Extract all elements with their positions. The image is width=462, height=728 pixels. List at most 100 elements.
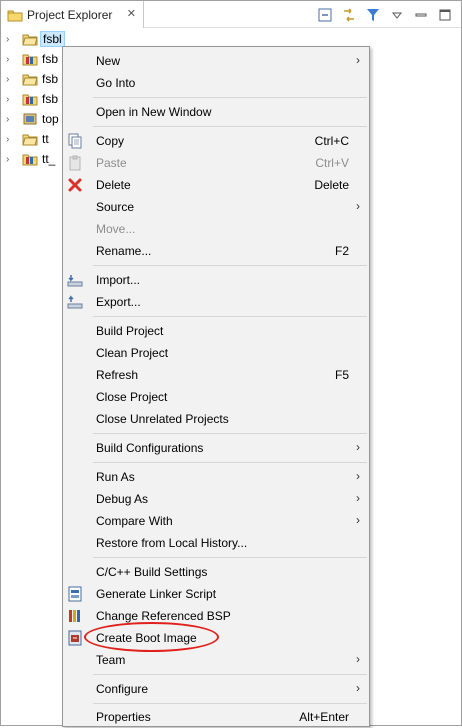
collapse-all-button[interactable]: [315, 6, 335, 24]
filter-button[interactable]: [363, 6, 383, 24]
menu-item-cpp-build-settings[interactable]: C/C++ Build Settings: [63, 561, 369, 583]
menu-item-close-unrelated-projects[interactable]: Close Unrelated Projects: [63, 408, 369, 430]
chevron-right-icon[interactable]: ›: [6, 34, 20, 45]
maximize-button[interactable]: [435, 6, 455, 24]
menu-item-configure[interactable]: Configure ›: [63, 678, 369, 700]
minimize-button[interactable]: [411, 6, 431, 24]
menu-separator: [93, 126, 367, 127]
menu-item-new[interactable]: New ›: [63, 50, 369, 72]
bsp-project-icon: [22, 151, 38, 167]
menu-item-shortcut: F5: [334, 368, 349, 382]
menu-item-properties[interactable]: Properties Alt+Enter: [63, 706, 369, 728]
menu-item-label: Go Into: [96, 76, 136, 90]
menu-item-export[interactable]: Export...: [63, 291, 369, 313]
chevron-right-icon[interactable]: ›: [6, 114, 20, 125]
menu-item-build-configurations[interactable]: Build Configurations ›: [63, 437, 369, 459]
menu-separator: [93, 97, 367, 98]
bsp-project-icon: [22, 51, 38, 67]
menu-item-shortcut: Delete: [314, 178, 349, 192]
chevron-right-icon[interactable]: ›: [6, 154, 20, 165]
submenu-arrow-icon: ›: [356, 469, 360, 483]
menu-separator: [93, 703, 367, 704]
menu-item-shortcut: Ctrl+V: [315, 156, 349, 170]
view-menu-button[interactable]: [387, 6, 407, 24]
menu-item-label: Team: [96, 653, 126, 667]
menu-item-label: Import...: [96, 273, 141, 287]
annotation-ellipse: [84, 622, 219, 652]
menu-item-copy[interactable]: Copy Ctrl+C: [63, 130, 369, 152]
menu-item-clean-project[interactable]: Clean Project: [63, 342, 369, 364]
close-icon[interactable]: ✕: [127, 8, 136, 20]
submenu-arrow-icon: ›: [356, 513, 360, 527]
project-folder-icon: [22, 131, 38, 147]
chevron-right-icon[interactable]: ›: [6, 134, 20, 145]
menu-item-label: Restore from Local History...: [96, 536, 248, 550]
menu-item-delete[interactable]: Delete Delete: [63, 174, 369, 196]
view-toolbar: [315, 5, 455, 25]
project-explorer-tab[interactable]: Project Explorer ✕: [1, 1, 144, 28]
tree-item-label: fsbl: [40, 31, 65, 47]
bsp-icon: [67, 608, 83, 624]
tree-item-label: fsb: [42, 52, 59, 66]
project-explorer-view: Project Explorer ✕ › fsbl › fsb › fsb › …: [0, 0, 462, 728]
boot-image-icon: [67, 630, 83, 646]
menu-item-rename[interactable]: Rename... F2: [63, 240, 369, 262]
menu-separator: [93, 674, 367, 675]
project-explorer-icon: [7, 8, 23, 22]
tree-item-label: top: [42, 112, 59, 126]
menu-item-team[interactable]: Team ›: [63, 649, 369, 671]
menu-item-compare-with[interactable]: Compare With ›: [63, 510, 369, 532]
submenu-arrow-icon: ›: [356, 681, 360, 695]
chevron-right-icon[interactable]: ›: [6, 54, 20, 65]
paste-icon: [67, 155, 83, 171]
chevron-right-icon[interactable]: ›: [6, 74, 20, 85]
menu-item-restore-from-local-history[interactable]: Restore from Local History...: [63, 532, 369, 554]
link-with-editor-icon: [344, 8, 354, 22]
menu-item-go-into[interactable]: Go Into: [63, 72, 369, 94]
menu-item-source[interactable]: Source ›: [63, 196, 369, 218]
tree-item-label: tt_: [42, 152, 56, 166]
menu-item-label: Rename...: [96, 244, 152, 258]
menu-item-label: Run As: [96, 470, 135, 484]
export-icon: [67, 294, 83, 310]
project-folder-icon: [22, 31, 38, 47]
menu-item-label: Refresh: [96, 368, 139, 382]
menu-separator: [93, 265, 367, 266]
menu-separator: [93, 316, 367, 317]
linker-script-icon: [67, 586, 83, 602]
menu-item-shortcut: Alt+Enter: [299, 710, 349, 724]
chevron-right-icon[interactable]: ›: [6, 94, 20, 105]
menu-item-close-project[interactable]: Close Project: [63, 386, 369, 408]
menu-item-label: Delete: [96, 178, 131, 192]
menu-item-run-as[interactable]: Run As ›: [63, 466, 369, 488]
menu-item-shortcut: F2: [334, 244, 349, 258]
menu-separator: [93, 557, 367, 558]
menu-item-refresh[interactable]: Refresh F5: [63, 364, 369, 386]
menu-item-generate-linker-script[interactable]: Generate Linker Script: [63, 583, 369, 605]
menu-item-label: Change Referenced BSP: [96, 609, 231, 623]
tab-title: Project Explorer: [27, 7, 113, 22]
menu-item-import[interactable]: Import...: [63, 269, 369, 291]
project-folder-icon: [22, 71, 38, 87]
menu-item-label: Close Unrelated Projects: [96, 412, 229, 426]
menu-item-label: Compare With: [96, 514, 173, 528]
tree-item-label: fsb: [42, 92, 59, 106]
collapse-all-icon: [318, 8, 332, 22]
menu-item-label: Clean Project: [96, 346, 169, 360]
menu-item-paste[interactable]: Paste Ctrl+V: [63, 152, 369, 174]
menu-item-open-in-new-window[interactable]: Open in New Window: [63, 101, 369, 123]
link-with-editor-button[interactable]: [339, 6, 359, 24]
menu-item-debug-as[interactable]: Debug As ›: [63, 488, 369, 510]
menu-item-label: Open in New Window: [96, 105, 212, 119]
menu-item-build-project[interactable]: Build Project: [63, 320, 369, 342]
menu-item-change-referenced-bsp[interactable]: Change Referenced BSP: [63, 605, 369, 627]
menu-item-label: Paste: [96, 156, 127, 170]
view-tab-bar: Project Explorer ✕: [1, 1, 461, 28]
menu-item-label: Generate Linker Script: [96, 587, 217, 601]
menu-item-label: Copy: [96, 134, 125, 148]
submenu-arrow-icon: ›: [356, 652, 360, 666]
menu-item-move[interactable]: Move...: [63, 218, 369, 240]
menu-item-label: C/C++ Build Settings: [96, 565, 208, 579]
delete-icon: [67, 177, 83, 193]
view-menu-icon: [391, 12, 403, 19]
